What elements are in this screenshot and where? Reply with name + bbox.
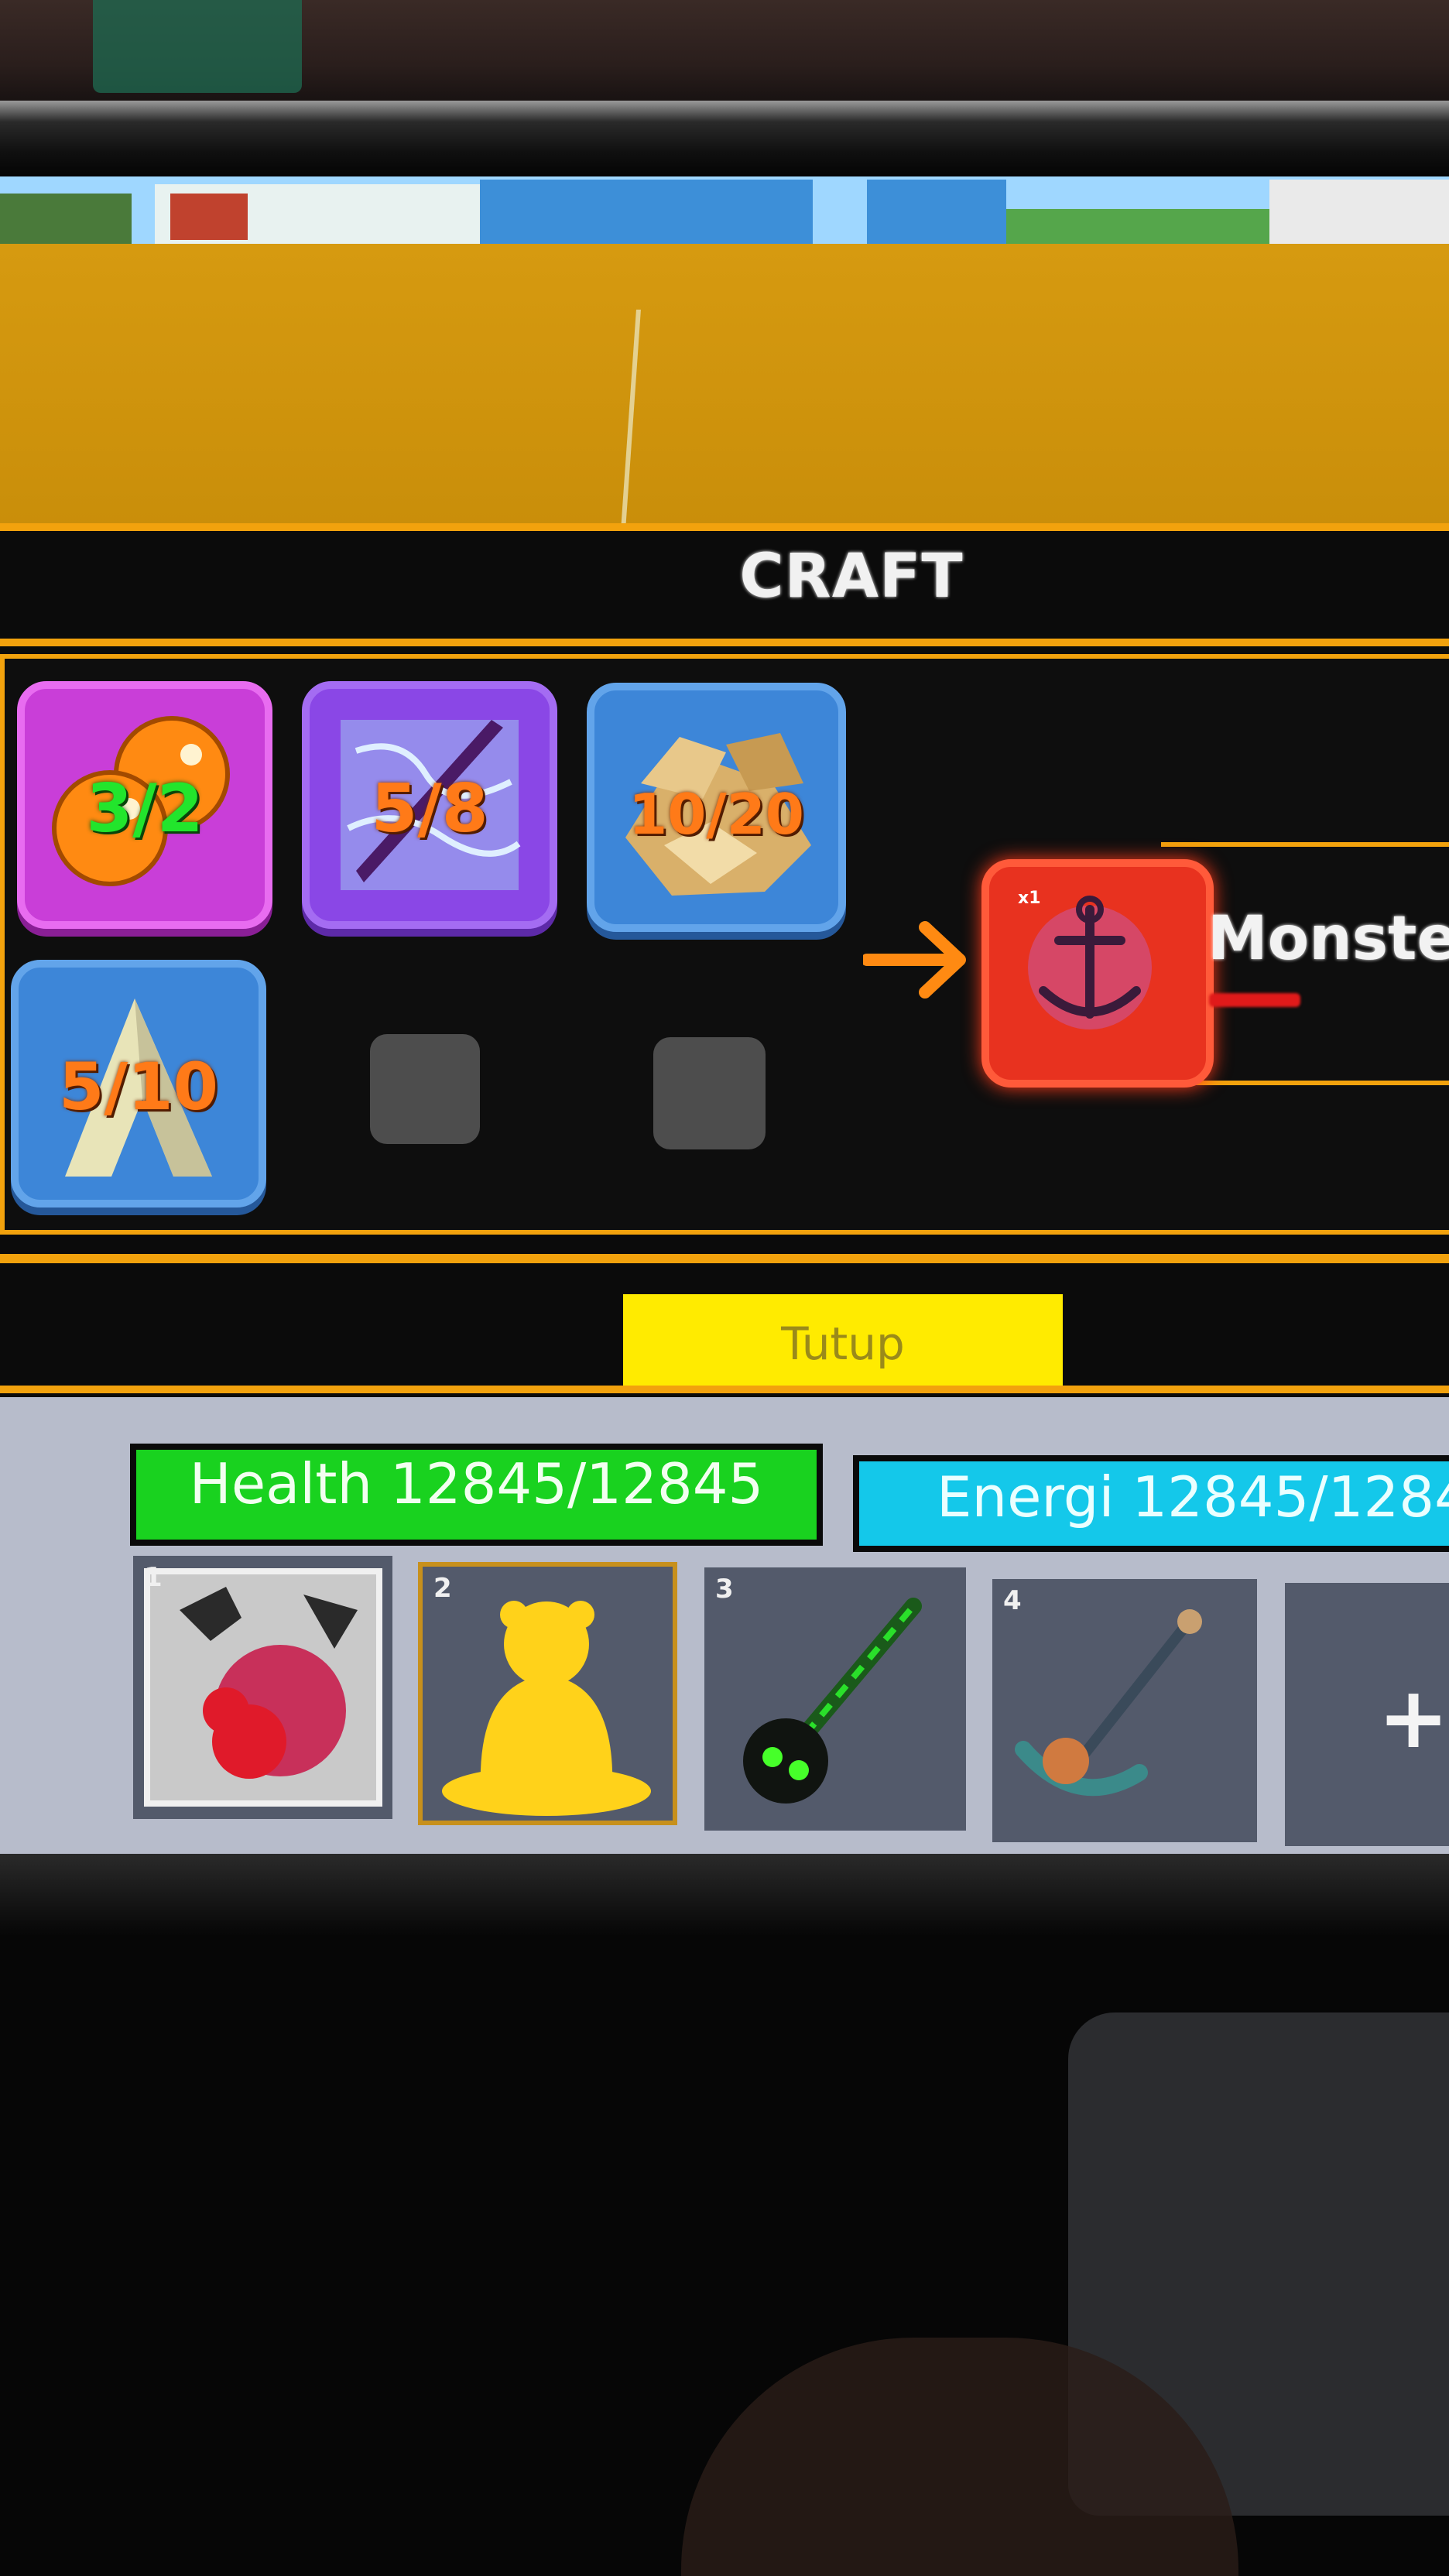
craft-result-slot[interactable] bbox=[981, 859, 1214, 1088]
phone-bottom-bezel bbox=[0, 1854, 1449, 1939]
ingredient-count: 5/10 bbox=[58, 1049, 219, 1125]
ingredient-count: 5/8 bbox=[371, 770, 488, 848]
hotbar-slot-add[interactable]: + bbox=[1285, 1583, 1449, 1846]
rarity-blur-text bbox=[1209, 993, 1300, 1007]
phone-bezel bbox=[0, 101, 1449, 186]
hotbar-slot-3[interactable]: 3 bbox=[704, 1567, 966, 1831]
ingredient-count: 3/2 bbox=[86, 770, 204, 848]
hotbar-slot-2[interactable]: 2 bbox=[418, 1562, 677, 1825]
craft-footer-border bbox=[0, 1254, 1449, 1263]
fruit-icon bbox=[144, 1568, 382, 1807]
hotbar-slot-1[interactable]: 1 bbox=[133, 1556, 392, 1819]
arrow-right-icon bbox=[863, 921, 966, 999]
hotbar-slot-4[interactable]: 4 bbox=[992, 1579, 1257, 1842]
craft-bottom-border bbox=[0, 1386, 1449, 1393]
craft-top-border bbox=[0, 523, 1449, 531]
craft-title: CRAFT bbox=[739, 542, 964, 611]
game-building bbox=[170, 194, 248, 240]
craft-header-border bbox=[0, 639, 1449, 646]
ingredient-slot-bone-fang[interactable]: 5/10 bbox=[11, 960, 266, 1208]
energy-text: Energi 12845/1284 bbox=[937, 1464, 1449, 1530]
result-name: Monster bbox=[1208, 904, 1449, 974]
empty-ingredient-slot[interactable] bbox=[653, 1037, 766, 1149]
hotbar-number: 3 bbox=[715, 1574, 734, 1605]
skull-staff-icon bbox=[743, 1598, 922, 1804]
hotbar-number: 1 bbox=[144, 1562, 163, 1593]
hotbar-number: 4 bbox=[1003, 1585, 1022, 1616]
anchor-icon bbox=[1015, 1609, 1202, 1797]
result-border-bottom bbox=[1161, 1081, 1449, 1085]
close-button[interactable]: Tutup bbox=[623, 1294, 1063, 1393]
ingredient-slot-orange-orbs[interactable]: 3/2 bbox=[17, 681, 272, 929]
game-ground bbox=[0, 244, 1449, 530]
ingredient-slot-gold-ore[interactable]: 10/20 bbox=[587, 683, 846, 932]
result-border-top bbox=[1161, 842, 1449, 847]
result-rarity-label bbox=[1209, 988, 1302, 1019]
result-quantity: x1 bbox=[1018, 889, 1041, 908]
health-text: Health 12845/12845 bbox=[189, 1451, 764, 1516]
hotbar-number: 2 bbox=[433, 1573, 452, 1604]
buddha-icon bbox=[442, 1601, 651, 1816]
add-icon: + bbox=[1378, 1668, 1449, 1767]
empty-ingredient-slot[interactable] bbox=[370, 1034, 480, 1144]
ingredient-slot-lightning-shard[interactable]: 5/8 bbox=[302, 681, 557, 929]
wall-sign bbox=[93, 0, 302, 93]
ingredient-count: 10/20 bbox=[629, 782, 804, 847]
